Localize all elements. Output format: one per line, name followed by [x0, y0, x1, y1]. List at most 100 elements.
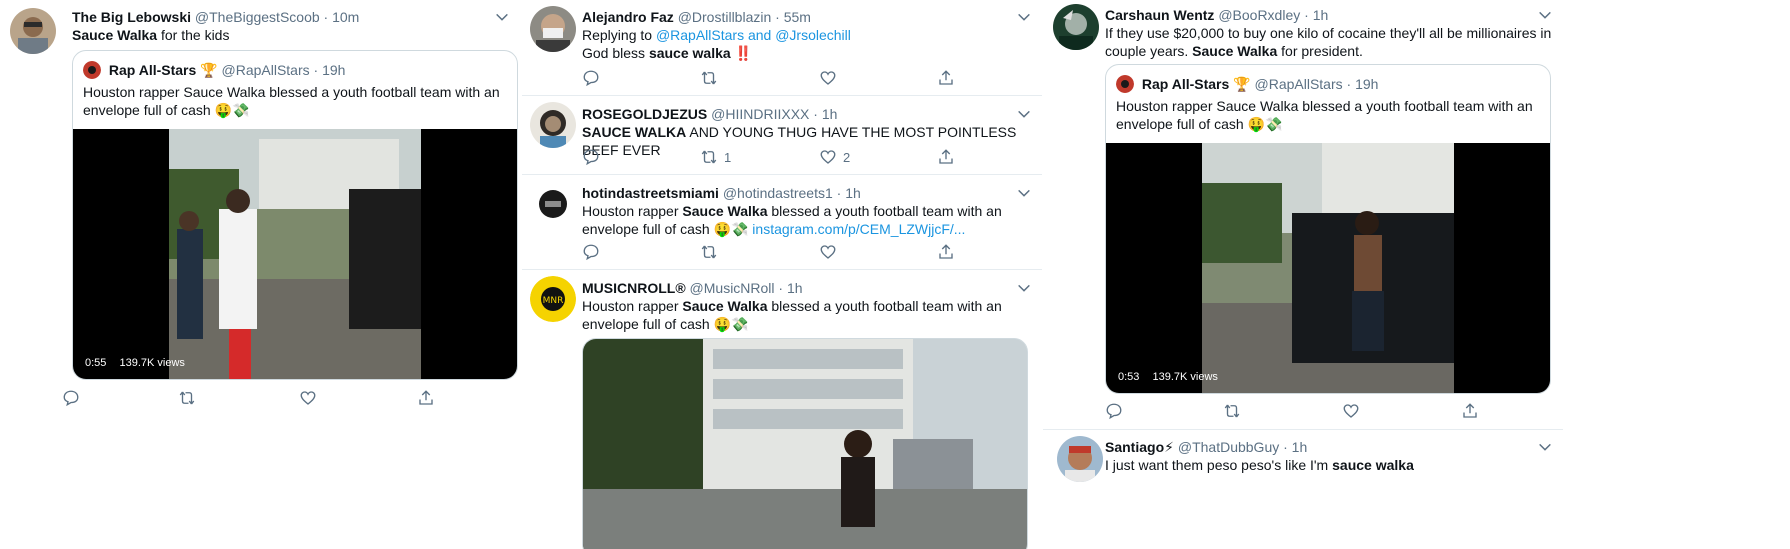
external-link[interactable]: instagram.com/p/CEM_LZWjjcF/...	[752, 221, 965, 237]
replying-and: and	[744, 27, 776, 43]
tweet-card[interactable]: hotindastreetsmiami @hotindastreets1 · 1…	[522, 175, 1042, 269]
display-name[interactable]: hotindastreetsmiami	[582, 185, 719, 201]
replying-prefix: Replying to	[582, 27, 656, 43]
quoted-tweet[interactable]: Rap All-Stars 🏆 @RapAllStars · 19h Houst…	[72, 50, 518, 380]
replying-to: Replying to @RapAllStars and @Jrsolechil…	[582, 26, 851, 44]
money-emoji: 🤑💸	[713, 221, 749, 237]
like-icon	[819, 243, 837, 261]
retweet-button[interactable]: 1	[700, 147, 731, 167]
mention-link[interactable]: @Jrsolechill	[775, 27, 851, 43]
like-icon	[819, 69, 837, 87]
reply-button[interactable]	[582, 147, 600, 167]
tweet-card[interactable]: MNR MUSICNROLL® @MusicNRoll · 1h Houston…	[522, 270, 1042, 549]
video-player[interactable]: 0:55 139.7K views	[73, 129, 517, 379]
tweet-card[interactable]: Alejandro Faz @Drostillblazin · 55m Repl…	[522, 0, 1042, 96]
timestamp[interactable]: · 55m	[775, 9, 811, 25]
quote-text-body: Houston rapper Sauce Walka blessed a you…	[1116, 98, 1533, 132]
avatar[interactable]	[530, 6, 576, 52]
chevron-down-icon[interactable]	[1016, 9, 1032, 25]
retweet-button[interactable]	[178, 388, 196, 408]
timestamp[interactable]: · 1h	[1283, 439, 1307, 455]
share-button[interactable]	[417, 388, 435, 408]
user-handle[interactable]: @HIINDRIIXXX	[711, 106, 809, 122]
keyword-highlight: Sauce Walka	[682, 203, 768, 219]
chevron-down-icon[interactable]	[1016, 106, 1032, 122]
user-handle[interactable]: @MusicNRoll	[690, 280, 775, 296]
chevron-down-icon[interactable]	[1537, 7, 1553, 23]
tweet-card[interactable]: Santiago⚡ @ThatDubbGuy · 1h I just want …	[1043, 430, 1563, 549]
like-button[interactable]	[299, 388, 317, 408]
keyword-highlight: SAUCE WALKA	[582, 124, 687, 140]
reply-button[interactable]	[62, 388, 80, 408]
timestamp[interactable]: · 1h	[813, 106, 837, 122]
retweet-button[interactable]	[1223, 401, 1241, 421]
user-handle[interactable]: @Drostillblazin	[678, 9, 772, 25]
tweet-card[interactable]: ROSEGOLDJEZUS @HIINDRIIXXX · 1h SAUCE WA…	[522, 96, 1042, 174]
display-name[interactable]: The Big Lebowski	[72, 9, 191, 25]
double-exclamation-emoji: ‼️	[734, 45, 752, 61]
share-icon	[937, 69, 955, 87]
keyword-highlight: Sauce Walka	[682, 298, 768, 314]
share-button[interactable]	[1461, 401, 1479, 421]
avatar[interactable]	[10, 8, 56, 54]
chevron-down-icon[interactable]	[1016, 280, 1032, 296]
display-name: Rap All-Stars	[108, 62, 197, 78]
share-button[interactable]	[937, 242, 955, 262]
avatar[interactable]	[530, 181, 576, 227]
video-player[interactable]	[582, 338, 1028, 549]
like-button[interactable]	[819, 242, 837, 262]
display-name[interactable]: MUSICNROLL®	[582, 280, 686, 296]
video-meta: 0:55 139.7K views	[85, 357, 195, 369]
retweet-icon	[700, 243, 718, 261]
tweet-header: hotindastreetsmiami @hotindastreets1 · 1…	[582, 184, 861, 202]
avatar[interactable]	[530, 102, 576, 148]
reply-icon	[1105, 402, 1123, 420]
user-handle[interactable]: @ThatDubbGuy	[1178, 439, 1279, 455]
timestamp[interactable]: · 1h	[1304, 7, 1328, 23]
chevron-down-icon[interactable]	[494, 9, 510, 25]
timestamp[interactable]: · 10m	[324, 9, 360, 25]
like-button[interactable]	[819, 68, 837, 88]
retweet-button[interactable]	[700, 242, 718, 262]
trophy-icon: 🏆	[200, 62, 218, 78]
display-name[interactable]: ROSEGOLDJEZUS	[582, 106, 707, 122]
tweet-card[interactable]: Carshaun Wentz @BooRxdley · 1h If they u…	[1043, 0, 1563, 428]
avatar	[83, 61, 101, 79]
like-button[interactable]	[1342, 401, 1360, 421]
chevron-down-icon[interactable]	[1537, 439, 1553, 455]
timestamp[interactable]: · 1h	[778, 280, 802, 296]
display-name[interactable]: Santiago	[1105, 439, 1164, 455]
avatar[interactable]: MNR	[530, 276, 576, 322]
display-name: Rap All-Stars	[1141, 76, 1230, 92]
reply-button[interactable]	[582, 68, 600, 88]
column-2: Alejandro Faz @Drostillblazin · 55m Repl…	[522, 0, 1042, 549]
like-button[interactable]: 2	[819, 147, 850, 167]
user-handle[interactable]: @BooRxdley	[1218, 7, 1300, 23]
tweet-actions	[1105, 401, 1555, 421]
retweet-button[interactable]	[700, 68, 718, 88]
reply-button[interactable]	[582, 242, 600, 262]
share-button[interactable]	[937, 68, 955, 88]
keyword-highlight: sauce walka	[1332, 457, 1414, 473]
video-player[interactable]: 0:53 139.7K views	[1106, 143, 1550, 393]
user-handle[interactable]: @hotindastreets1	[723, 185, 833, 201]
display-name[interactable]: Carshaun Wentz	[1105, 7, 1214, 23]
reply-icon	[582, 148, 600, 166]
tweet-actions	[582, 242, 1032, 262]
tweet-card[interactable]: The Big Lebowski @TheBiggestScoob · 10m …	[0, 0, 520, 460]
video-thumbnail	[169, 129, 421, 379]
reply-button[interactable]	[1105, 401, 1123, 421]
user-handle[interactable]: @TheBiggestScoob	[195, 9, 320, 25]
quoted-tweet[interactable]: Rap All-Stars 🏆 @RapAllStars · 19h Houst…	[1105, 64, 1551, 394]
avatar[interactable]	[1057, 436, 1103, 482]
share-button[interactable]	[937, 147, 955, 167]
like-icon	[1342, 402, 1360, 420]
reply-icon	[582, 243, 600, 261]
display-name[interactable]: Alejandro Faz	[582, 9, 674, 25]
trophy-icon: 🏆	[1233, 76, 1251, 92]
quote-text-body: Houston rapper Sauce Walka blessed a you…	[83, 84, 500, 118]
timestamp[interactable]: · 1h	[837, 185, 861, 201]
chevron-down-icon[interactable]	[1016, 185, 1032, 201]
avatar[interactable]	[1053, 4, 1099, 50]
mention-link[interactable]: @RapAllStars	[656, 27, 744, 43]
